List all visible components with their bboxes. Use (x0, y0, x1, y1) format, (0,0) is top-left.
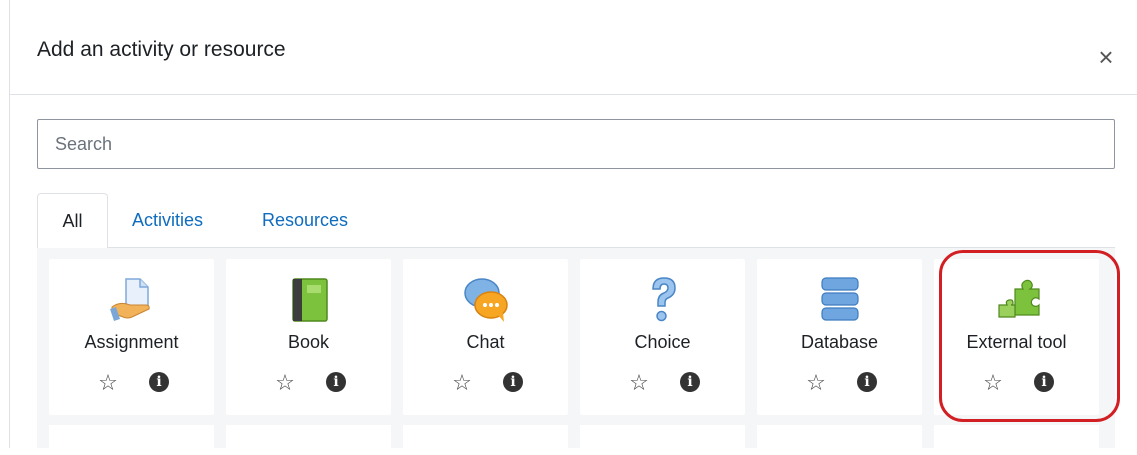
module-card-database[interactable]: Database ☆ i (757, 259, 922, 415)
module-card-partial (49, 425, 214, 455)
modal-title: Add an activity or resource (37, 38, 286, 61)
choice-icon (651, 277, 676, 322)
info-icon[interactable]: i (1034, 372, 1054, 392)
star-icon[interactable]: ☆ (95, 370, 121, 396)
module-card-book[interactable]: Book ☆ i (226, 259, 391, 415)
tab-all[interactable]: All (37, 193, 108, 249)
module-label: Database (800, 332, 879, 352)
module-card-partial (580, 425, 745, 455)
info-icon[interactable]: i (680, 372, 700, 392)
external-tool-icon (997, 279, 1040, 318)
module-card-partial (757, 425, 922, 455)
module-card-partial (226, 425, 391, 455)
star-icon[interactable]: ☆ (803, 370, 829, 396)
database-icon (820, 277, 859, 321)
module-card-partial (934, 425, 1099, 455)
search-input[interactable] (37, 119, 1115, 169)
module-label: Choice (634, 332, 691, 352)
modal-header: Add an activity or resource × (10, 0, 1137, 95)
tab-activities[interactable]: Activities (132, 193, 203, 248)
module-label: External tool (966, 332, 1067, 352)
star-icon[interactable]: ☆ (626, 370, 652, 396)
star-icon[interactable]: ☆ (980, 370, 1006, 396)
close-button[interactable]: × (1091, 42, 1121, 72)
tab-resources[interactable]: Resources (262, 193, 348, 248)
info-icon[interactable]: i (503, 372, 523, 392)
module-card-chat[interactable]: Chat ☆ i (403, 259, 568, 415)
module-card-choice[interactable]: Choice ☆ i (580, 259, 745, 415)
module-card-partial (403, 425, 568, 455)
module-card-external-tool[interactable]: External tool ☆ i (934, 259, 1099, 415)
activity-chooser-modal: Add an activity or resource × All Activi… (10, 0, 1137, 455)
module-card-assignment[interactable]: Assignment ☆ i (49, 259, 214, 415)
chat-icon (463, 278, 508, 322)
info-icon[interactable]: i (149, 372, 169, 392)
module-label: Assignment (84, 332, 179, 352)
info-icon[interactable]: i (857, 372, 877, 392)
assignment-icon (109, 278, 150, 321)
star-icon[interactable]: ☆ (272, 370, 298, 396)
star-icon[interactable]: ☆ (449, 370, 475, 396)
info-icon[interactable]: i (326, 372, 346, 392)
chooser-tabs: All Activities Resources (37, 193, 1115, 249)
module-label: Chat (466, 332, 505, 352)
book-icon (291, 278, 328, 322)
module-label: Book (287, 332, 330, 352)
